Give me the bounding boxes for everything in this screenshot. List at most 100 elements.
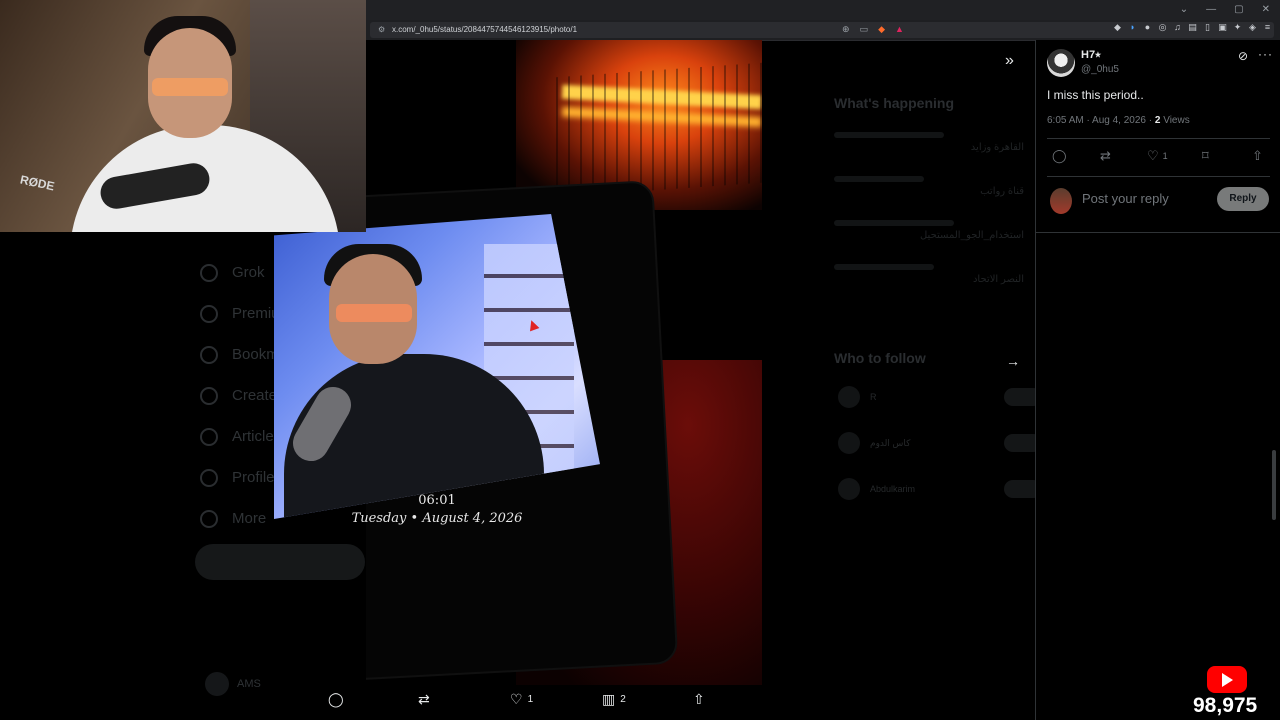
divider [1047,176,1270,177]
window-controls: ⌄ — ▢ ✕ [1180,4,1270,15]
viewer-like-button[interactable]: ♡ 1 [510,692,533,706]
collapse-icon[interactable]: ⌄ [1180,4,1188,15]
more-circle-icon [200,509,218,528]
heart-icon: ♡ [1147,148,1159,163]
trend-item[interactable]: القاهرة وزايد [834,142,1024,153]
repost-icon: ⇄ [1100,148,1111,163]
background-account-switcher[interactable]: AMS [205,672,261,696]
extension-icon[interactable]: ◆ [1113,22,1122,33]
music-icon[interactable]: ♫ [1173,22,1182,33]
premium-icon [200,304,218,323]
author-handle[interactable]: @_0hu5 [1081,64,1119,75]
trend-meta-line [834,264,934,270]
profile-icon [200,468,218,487]
lockscreen-time: 06:01 [418,493,456,508]
share-icon: ⇧ [1252,148,1263,163]
zoom-icon[interactable]: ⊕ [842,24,850,35]
extension-icon[interactable]: ● [1143,22,1152,33]
sunglasses [336,304,412,322]
next-arrow-icon[interactable]: → [1006,353,1020,369]
author-name[interactable]: H7⭑ [1081,49,1101,62]
background-right-sidebar: What's happening القاهرة وزايد قناة روات… [790,40,1042,720]
play-icon [1222,673,1233,687]
heart-icon: ♡ [510,691,523,707]
shield-icon[interactable]: ◆ [878,24,885,35]
rode-logo: RØDE [18,172,56,194]
account-avatar [205,672,229,696]
webcam-overlay: RØDE [0,0,366,232]
trend-meta-line [834,176,924,182]
warning-icon[interactable]: ▲ [895,24,904,35]
tweet-detail-panel: H7⭑ @_0hu5 ⊘ ··· I miss this period.. 6:… [1035,40,1280,720]
rocket-icon [200,386,218,405]
browser-address-bar: ⚙ x.com/_0hu5/status/2084475744546123915… [366,20,1280,41]
sidebar-icon[interactable]: ▯ [1203,22,1212,33]
current-user-avatar [1050,188,1072,214]
share-icon: ⇧ [693,691,705,707]
puzzle-icon[interactable]: ✦ [1233,22,1242,33]
trend-item[interactable]: قناة رواتب [834,186,1024,197]
viewer-share-button[interactable]: ⇧ [693,692,705,706]
heater-grill [556,62,762,198]
tweet-action-bar: ◯ ⇄ ♡ 1 ⌑ ⇧ [1047,148,1270,168]
reply-icon: ◯ [328,691,344,707]
minimize-icon[interactable]: — [1206,4,1216,15]
trend-meta-line [834,132,944,138]
lockscreen-date: Tuesday • August 4, 2026 [351,511,523,526]
trend-item[interactable]: النصر الاتحاد [834,274,1024,285]
trend-item[interactable]: استخدام_الجو_المستحيل [834,230,1024,241]
extension-icon[interactable]: ◎ [1158,22,1167,33]
follow-avatar [838,432,860,454]
follow-suggestion[interactable]: Abdulkarim [838,478,1042,500]
divider [1047,138,1270,139]
repost-button[interactable]: ⇄ [1100,148,1111,164]
reply-submit-button[interactable]: Reply [1217,187,1269,211]
viewer-repost-button[interactable]: ⇄ [418,692,430,706]
viewer-views-button[interactable]: ▥ 2 [602,692,626,706]
viewer-reply-button[interactable]: ◯ [328,692,344,706]
bookmark-icon: ⌑ [1202,148,1209,163]
reply-button[interactable]: ◯ [1052,148,1067,164]
tweet-meta: 6:05 AM · Aug 4, 2026 · 2 Views [1047,115,1190,126]
panel-scrollbar[interactable] [1272,450,1276,520]
follow-avatar [838,478,860,500]
like-button[interactable]: ♡ 1 [1147,148,1168,164]
menu-icon[interactable]: ≡ [1263,22,1272,33]
background-post-button[interactable] [195,544,365,580]
share-button[interactable]: ⇧ [1252,148,1263,164]
streamer-glasses [152,78,228,96]
reply-icon: ◯ [1052,148,1067,163]
wallet-icon[interactable]: ▣ [1218,22,1227,33]
bookmark-icon [200,345,218,364]
divider [1036,232,1280,233]
url-text[interactable]: x.com/_0hu5/status/2084475744546123915/p… [392,25,577,34]
author-avatar[interactable] [1047,49,1075,77]
who-to-follow-title: Who to follow [834,350,926,366]
bar-chart-icon: ▥ [602,691,616,707]
grok-icon [200,263,218,282]
follow-suggestion[interactable]: R [838,386,1042,408]
expand-panel-icon[interactable]: » [1005,52,1014,70]
repost-icon: ⇄ [418,691,430,707]
follow-avatar [838,386,860,408]
bookmark-button[interactable]: ⌑ [1202,148,1209,164]
vpn-icon[interactable]: ◈ [1248,22,1257,33]
site-info-icon[interactable]: ⚙ [378,25,388,35]
maximize-icon[interactable]: ▢ [1234,4,1243,15]
more-options-icon[interactable]: ··· [1258,47,1273,61]
follow-suggestion[interactable]: كاس الدوم [838,432,1042,454]
extension-icon[interactable]: ▤ [1188,22,1197,33]
extension-icon[interactable]: ◗ [1128,22,1137,33]
article-icon [200,427,218,446]
url-tools: ⊕ ▭ ◆ ▲ [842,24,904,35]
cast-icon[interactable]: ▭ [860,24,869,35]
extensions-bar: ◆ ◗ ● ◎ ♫ ▤ ▯ ▣ ✦ ◈ ≡ [1113,22,1272,33]
grok-icon[interactable]: ⊘ [1238,49,1248,63]
stream-view-count: 98,975 [1193,694,1258,717]
close-icon[interactable]: ✕ [1262,4,1270,15]
viewer-action-bar: ◯ ⇄ ♡ 1 ▥ 2 ⇧ [274,690,762,714]
reply-input[interactable]: Post your reply [1082,191,1169,206]
youtube-logo-icon [1207,666,1247,693]
trend-meta-line [834,220,954,226]
browser-tab-bar: ⌄ — ▢ ✕ [366,0,1280,20]
